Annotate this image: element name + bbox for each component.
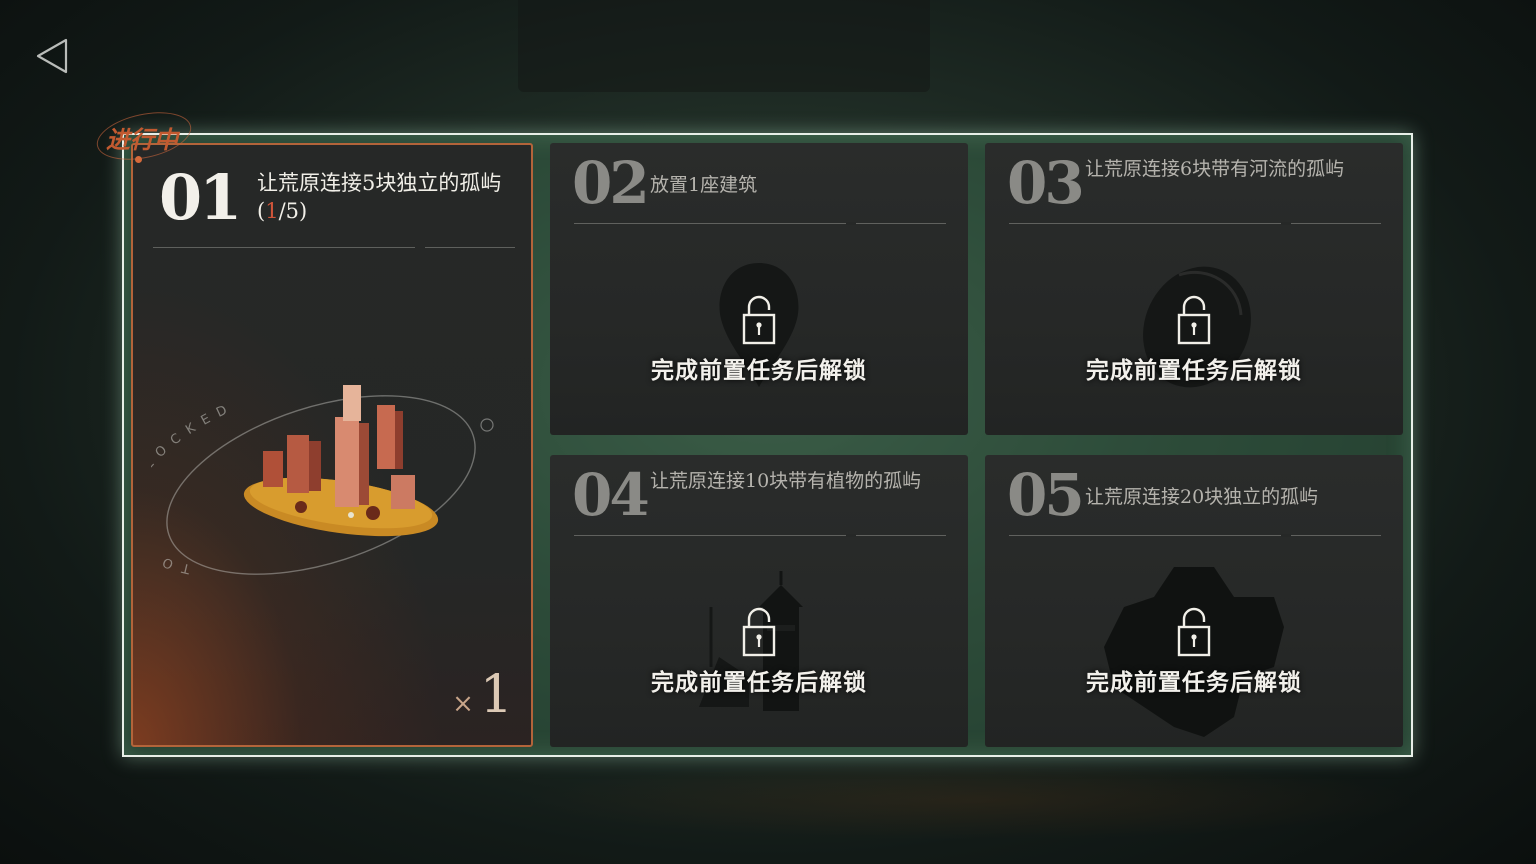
unlock-padlock-icon <box>742 607 776 657</box>
quest-number: 04 <box>572 461 650 529</box>
divider <box>1009 534 1381 537</box>
back-triangle-icon <box>36 38 68 74</box>
to-be-unlocked-ring-text: TO BE UNLOCKED <box>151 399 238 576</box>
unlock-padlock-icon <box>1177 295 1211 345</box>
divider <box>153 246 515 249</box>
quest-title: 让荒原连接20块独立的孤屿 <box>1085 486 1319 508</box>
quest-card-02[interactable]: 02 放置1座建筑 完成前置任务后解锁 <box>550 143 968 435</box>
unlock-requirement-text: 完成前置任务后解锁 <box>1086 357 1302 384</box>
quest-card-04[interactable]: 04 让荒原连接10块带有植物的孤屿 完成前置任务后解锁 <box>550 455 968 747</box>
unlock-requirement-text: 完成前置任务后解锁 <box>651 357 867 384</box>
reward-quantity: 1 <box>479 665 513 725</box>
divider <box>1009 222 1381 225</box>
quest-card-05[interactable]: 05 让荒原连接20块独立的孤屿 完成前置任务后解锁 <box>985 455 1403 747</box>
background-top-panel <box>518 0 930 92</box>
multiply-symbol: × <box>452 689 474 719</box>
quest-number: 01 <box>159 161 242 234</box>
quest-number: 02 <box>572 149 650 217</box>
divider <box>574 534 946 537</box>
unlock-requirement-text: 完成前置任务后解锁 <box>651 669 867 696</box>
quest-title: 让荒原连接10块带有植物的孤屿 <box>650 470 922 492</box>
island-reward-illustration: TO BE UNLOCKED <box>151 385 494 576</box>
quest-card-01[interactable]: 01 让荒原连接5块独立的孤屿(1/5) TO BE UNLOCKED ×1 <box>131 143 533 747</box>
progress-current: 1 <box>265 199 279 223</box>
quest-card-03[interactable]: 03 让荒原连接6块带有河流的孤屿 完成前置任务后解锁 <box>985 143 1403 435</box>
quest-number: 05 <box>1007 461 1085 529</box>
status-tag-in-progress: 进行中 <box>92 104 196 168</box>
unlock-requirement-text: 完成前置任务后解锁 <box>1086 669 1302 696</box>
status-label: 进行中 <box>106 125 178 154</box>
quest-title: 让荒原连接5块独立的孤屿(1/5) <box>257 169 507 225</box>
unlock-padlock-icon <box>1177 607 1211 657</box>
quest-title: 让荒原连接6块带有河流的孤屿 <box>1085 158 1345 180</box>
quest-title: 放置1座建筑 <box>650 174 758 196</box>
quest-number: 03 <box>1007 149 1085 217</box>
background-bottom-strip <box>520 760 1420 840</box>
status-dot <box>135 156 142 163</box>
reward-count: × 1 <box>452 665 513 725</box>
progress-total: /5) <box>278 199 308 223</box>
unlock-padlock-icon <box>742 295 776 345</box>
divider <box>574 222 946 225</box>
back-button[interactable] <box>30 34 74 78</box>
